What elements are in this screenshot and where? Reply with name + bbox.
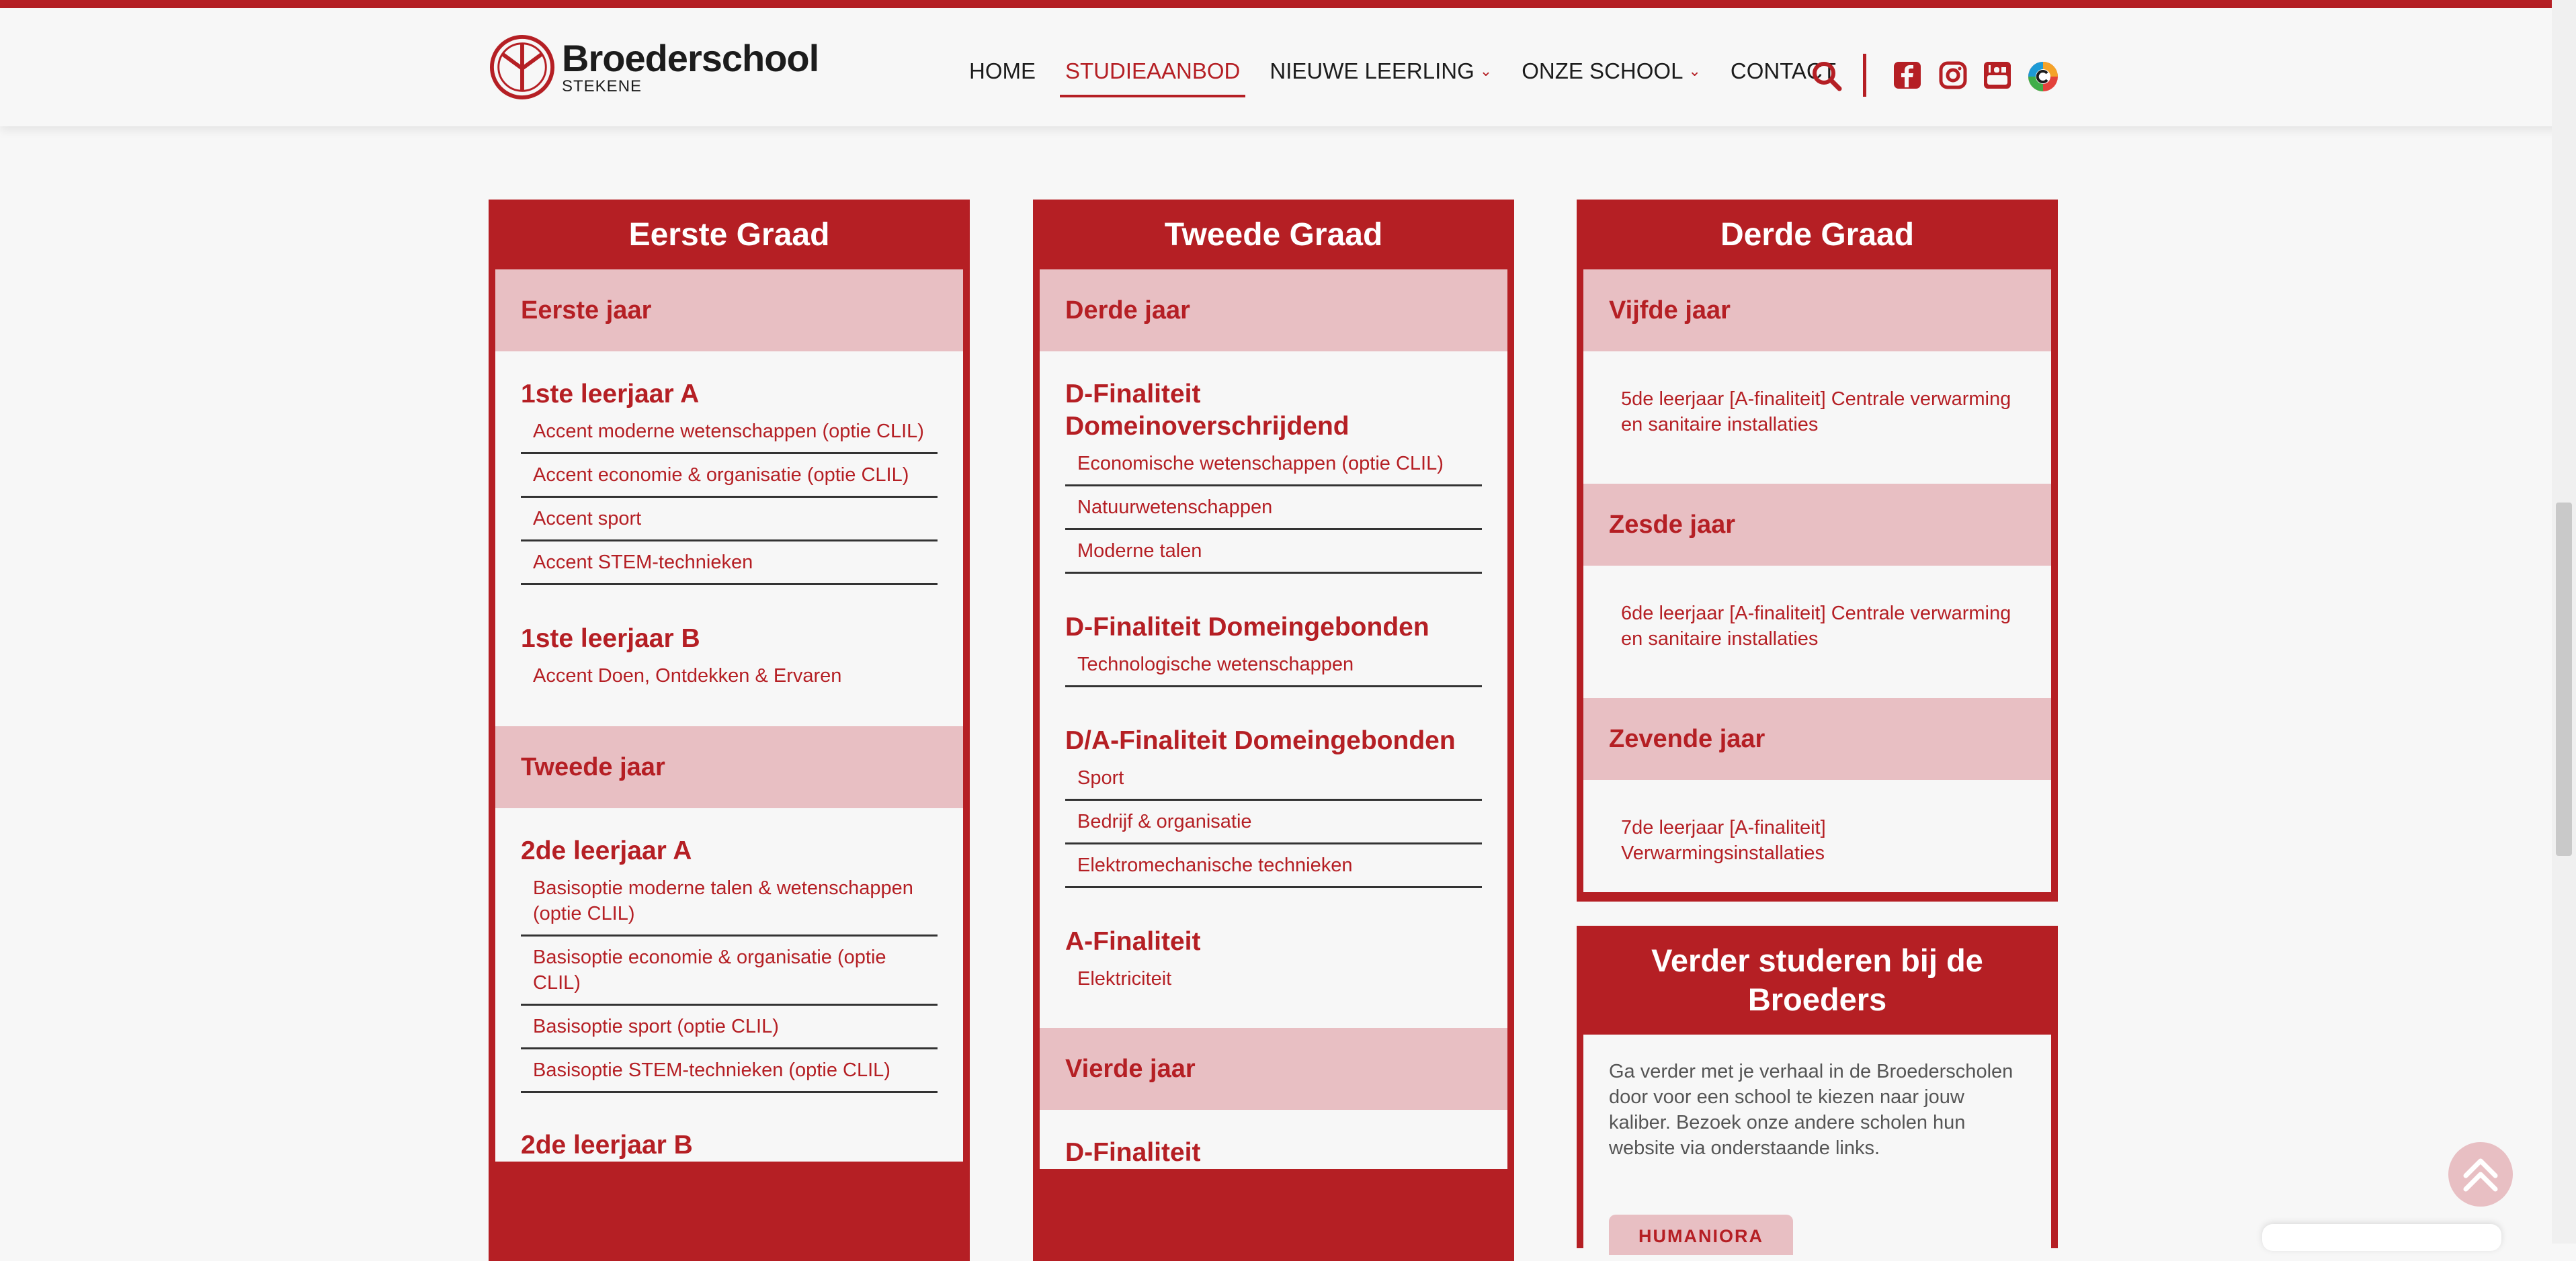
scrollbar-thumb[interactable] <box>2556 503 2572 856</box>
group-title: D-Finaliteit <box>1065 1138 1201 1167</box>
list-item[interactable]: Accent moderne wetenschappen (optie CLIL… <box>521 410 938 454</box>
list-item[interactable]: Basisoptie economie & organisatie (optie… <box>521 937 938 1006</box>
nav-home[interactable]: HOME <box>969 58 1036 84</box>
verder-studeren-card: Verder studeren bij de Broeders Ga verde… <box>1577 926 2058 1256</box>
year-header: Vierde jaar <box>1040 1028 1507 1110</box>
list-item[interactable]: 7de leerjaar [A-finaliteit] Verwarmingsi… <box>1583 780 2051 869</box>
year-header: Vijfde jaar <box>1583 269 2051 351</box>
group-title: 2de leerjaar A <box>521 836 692 865</box>
brand-name: Broederschool <box>562 37 819 79</box>
brand-location: STEKENE <box>562 77 642 95</box>
group-title: D-Finaliteit Domeingebonden <box>1065 613 1429 642</box>
facebook-icon[interactable] <box>1893 60 1922 90</box>
group-title: D/A-Finaliteit Domeingebonden <box>1065 726 1456 755</box>
nav-nieuwe-leerling[interactable]: NIEUWE LEERLING ⌄ <box>1270 58 1492 84</box>
nav-onze-school[interactable]: ONZE SCHOOL ⌄ <box>1522 58 1701 84</box>
back-to-top-button[interactable] <box>2448 1142 2513 1207</box>
list-item[interactable]: Accent economie & organisatie (optie CLI… <box>521 454 938 498</box>
nav-home-label: HOME <box>969 58 1036 83</box>
card-title: Tweede Graad <box>1164 216 1383 253</box>
list-item[interactable]: Natuurwetenschappen <box>1065 486 1482 530</box>
list-item[interactable]: Accent sport <box>521 498 938 541</box>
list-item[interactable]: Elektromechanische technieken <box>1065 844 1482 888</box>
derde-graad-card: Derde Graad Vijfde jaar 5de leerjaar [A-… <box>1577 200 2058 902</box>
list-item[interactable]: Bedrijf & organisatie <box>1065 801 1482 844</box>
card-title: Eerste Graad <box>628 216 830 253</box>
nav-onze-school-label: ONZE SCHOOL <box>1522 58 1684 83</box>
list-item[interactable]: Elektriciteit <box>1065 958 1482 1028</box>
site-logo[interactable]: Broederschool STEKENE <box>489 34 819 101</box>
logo-icon <box>489 34 555 100</box>
year-header: Zesde jaar <box>1583 484 2051 566</box>
list-item[interactable]: 5de leerjaar [A-finaliteit] Centrale ver… <box>1583 351 2051 484</box>
group-title: 1ste leerjaar A <box>521 380 700 408</box>
list-item[interactable]: Moderne talen <box>1065 530 1482 574</box>
year-header: Tweede jaar <box>495 726 963 808</box>
site-header: Broederschool STEKENE HOME STUDIEAANBOD … <box>0 8 2576 126</box>
nav-studieaanbod-label: STUDIEAANBOD <box>1065 58 1241 83</box>
smartschool-icon[interactable] <box>2027 60 2058 91</box>
search-icon[interactable] <box>1811 60 1842 95</box>
list-item[interactable]: Accent STEM-technieken <box>521 541 938 585</box>
eerste-graad-card: Eerste Graad Eerste jaar 1ste leerjaar A… <box>489 200 970 1261</box>
year-header: Zevende jaar <box>1583 698 2051 780</box>
list-item[interactable]: Accent Doen, Ontdekken & Ervaren <box>521 655 938 726</box>
list-item[interactable]: Sport <box>1065 757 1482 801</box>
list-item[interactable]: Basisoptie STEM-technieken (optie CLIL) <box>521 1049 938 1093</box>
group-title: D-Finaliteit Domeinoverschrijdend <box>1065 380 1349 441</box>
year-header: Derde jaar <box>1040 269 1507 351</box>
group-title: 2de leerjaar B <box>521 1131 693 1160</box>
youtube-icon[interactable] <box>1983 60 2012 90</box>
nav-nieuwe-leerling-label: NIEUWE LEERLING <box>1270 58 1474 83</box>
year-header: Eerste jaar <box>495 269 963 351</box>
list-item[interactable]: Economische wetenschappen (optie CLIL) <box>1065 443 1482 486</box>
double-chevron-up-icon <box>2463 1158 2498 1192</box>
top-accent-bar <box>0 0 2576 8</box>
list-item[interactable]: Technologische wetenschappen <box>1065 644 1482 687</box>
chevron-down-icon: ⌄ <box>1479 62 1493 79</box>
nav-divider <box>1863 54 1866 97</box>
group-title: 1ste leerjaar B <box>521 624 700 653</box>
list-item[interactable]: Basisoptie moderne talen & wetenschappen… <box>521 867 938 937</box>
list-item[interactable]: 6de leerjaar [A-finaliteit] Centrale ver… <box>1583 566 2051 698</box>
nav-studieaanbod[interactable]: STUDIEAANBOD <box>1059 58 1246 97</box>
chevron-down-icon: ⌄ <box>1688 62 1701 79</box>
group-title: A-Finaliteit <box>1065 927 1201 956</box>
main-nav: HOME STUDIEAANBOD NIEUWE LEERLING ⌄ ONZE … <box>969 52 1866 97</box>
list-item[interactable]: Basisoptie sport (optie CLIL) <box>521 1006 938 1049</box>
humaniora-button[interactable]: HUMANIORA <box>1609 1215 1793 1255</box>
card-title: Verder studeren bij de Broeders <box>1651 943 1983 1017</box>
card-title: Derde Graad <box>1720 216 1915 253</box>
instagram-icon[interactable] <box>1938 60 1968 90</box>
chat-widget[interactable] <box>2262 1224 2501 1251</box>
tweede-graad-card: Tweede Graad Derde jaar D-Finaliteit Dom… <box>1033 200 1514 1261</box>
